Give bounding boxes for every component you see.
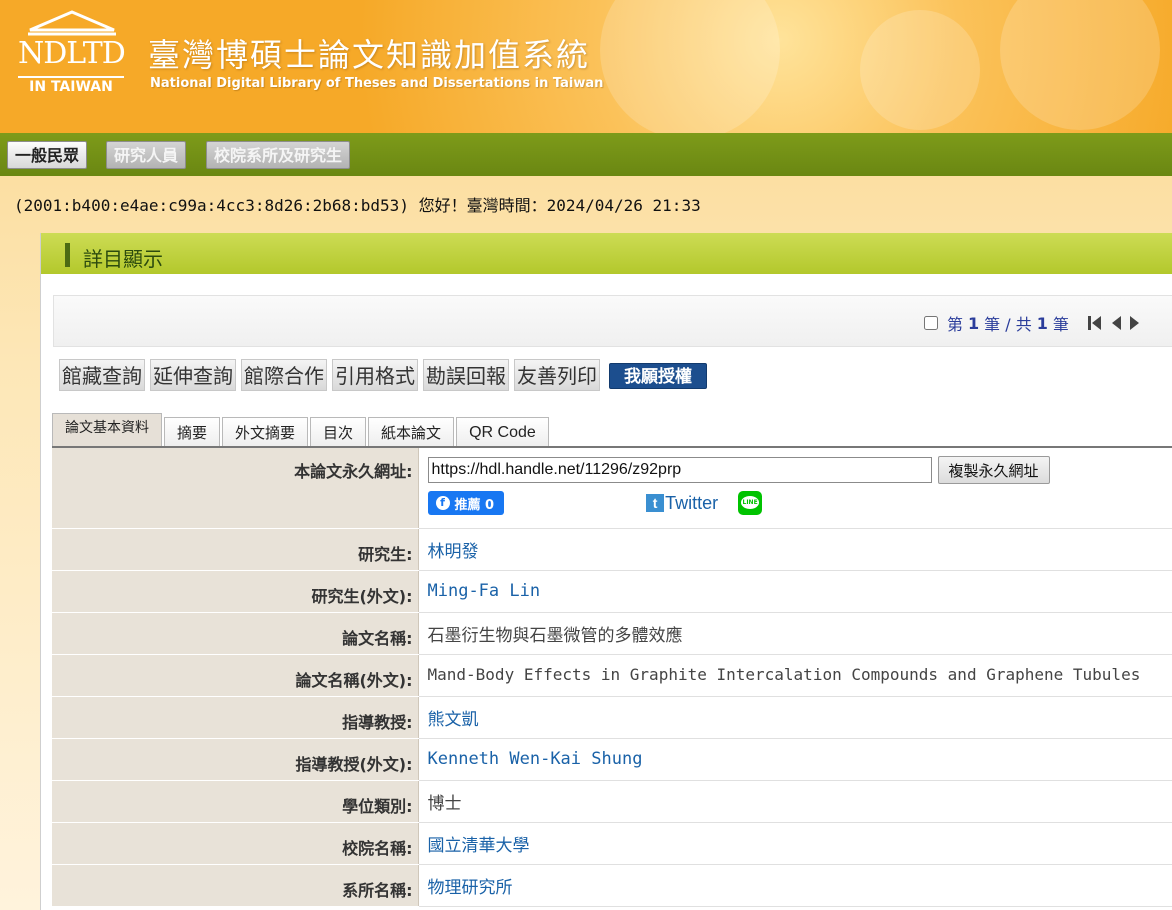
advisor-en-link[interactable]: Kenneth Wen-Kai Shung [428,749,643,769]
field-value: 國立清華大學 [418,822,1172,865]
role-tab-researcher[interactable]: 研究人員 [106,141,187,169]
site-title: 臺灣博碩士論文知識加值系統 [148,36,591,74]
citation-format-button[interactable]: 引用格式 [332,359,418,391]
line-share-icon[interactable]: LINE [738,491,763,515]
pager-current: 1 [968,313,980,333]
table-row: 本論文永久網址: 複製永久網址 f 推薦 0 t Twitter [52,448,1172,529]
facebook-like-button[interactable]: f 推薦 0 [427,491,505,515]
student-en-link[interactable]: Ming-Fa Lin [428,581,541,601]
field-value: 石墨衍生物與石墨微管的多體效應 [418,612,1172,655]
school-link[interactable]: 國立清華大學 [428,836,530,856]
line-icon-label: LINE [741,496,760,509]
table-row: 研究生: 林明發 [52,528,1172,571]
tab-abstract[interactable]: 摘要 [164,417,221,447]
pager-total: 1 [1036,313,1048,333]
next-page-icon[interactable] [1129,315,1140,331]
tab-toc[interactable]: 目次 [310,417,367,447]
twitter-share-link[interactable]: t Twitter [646,493,718,514]
advisor-link[interactable]: 熊文凱 [428,710,479,730]
authorize-button[interactable]: 我願授權 [609,363,707,389]
field-value: Kenneth Wen-Kai Shung [418,738,1172,781]
panel-header: 詳目顯示 [41,233,1172,274]
field-label: 研究生: [52,528,419,571]
decor-bubble [600,0,780,133]
detail-tabs: 論文基本資料 摘要 外文摘要 目次 紙本論文 QR Code [52,413,549,447]
table-row: 系所名稱: 物理研究所 [52,864,1172,907]
field-label: 論文名稱: [52,612,419,655]
role-tab-institution[interactable]: 校院系所及研究生 [206,141,351,169]
panel-title: 詳目顯示 [83,247,163,271]
facebook-like-label: 推薦 0 [454,497,495,513]
table-row: 指導教授(外文): Kenneth Wen-Kai Shung [52,738,1172,781]
field-label: 系所名稱: [52,864,419,907]
prev-page-icon[interactable] [1111,315,1121,331]
report-error-button[interactable]: 勘誤回報 [423,359,509,391]
pager-text: 筆 [1052,315,1069,334]
interlibrary-button[interactable]: 館際合作 [241,359,327,391]
field-value: Ming-Fa Lin [418,570,1172,613]
print-friendly-button[interactable]: 友善列印 [514,359,600,391]
twitter-label: Twitter [665,492,719,513]
copy-permalink-button[interactable]: 複製永久網址 [937,456,1050,484]
student-link[interactable]: 林明發 [428,542,479,562]
field-value: 林明發 [418,528,1172,571]
field-label: 研究生(外文): [52,570,419,613]
title-marker [65,243,70,267]
pager-text: 筆 / 共 [984,315,1032,334]
permalink-input[interactable] [427,457,932,483]
share-row: f 推薦 0 t Twitter LINE [427,490,1172,516]
decor-bubble [860,10,980,130]
pager-text: 第 [947,315,964,334]
site-subtitle: National Digital Library of Theses and D… [150,76,604,91]
select-record-checkbox[interactable] [924,316,938,330]
department-link[interactable]: 物理研究所 [428,878,513,898]
field-label: 指導教授: [52,696,419,739]
first-page-icon[interactable] [1087,315,1102,331]
field-value: 熊文凱 [418,696,1172,739]
tab-basic-info[interactable]: 論文基本資料 [52,413,162,447]
field-value: 博士 [418,780,1172,823]
field-label: 論文名稱(外文): [52,654,419,697]
field-label: 學位類別: [52,780,419,823]
role-tab-public[interactable]: 一般民眾 [7,141,88,169]
detail-table: 本論文永久網址: 複製永久網址 f 推薦 0 t Twitter [52,448,1172,907]
holdings-search-button[interactable]: 館藏查詢 [59,359,145,391]
tab-qr-code[interactable]: QR Code [456,417,549,447]
table-row: 指導教授: 熊文凱 [52,696,1172,739]
twitter-icon: t [646,494,665,512]
field-value: 物理研究所 [418,864,1172,907]
pager-box: 第 1 筆 / 共 1 筆 [53,295,1172,347]
detail-panel: 詳目顯示 第 1 筆 / 共 1 筆 館藏查詢 延伸查詢 館際合作 引用格式 勘… [40,233,1172,910]
greeting-text: (2001:b400:e4ae:c99a:4cc3:8d26:2b68:bd53… [14,196,701,215]
site-banner: NDLTD IN TAIWAN 臺灣博碩士論文知識加值系統 National D… [0,0,1172,133]
decor-bubble [1000,0,1160,130]
thesis-title-en: Mand-Body Effects in Graphite Intercalat… [427,665,1141,684]
tool-row: 館藏查詢 延伸查詢 館際合作 引用格式 勘誤回報 友善列印 我願授權 [59,359,707,391]
table-row: 學位類別: 博士 [52,780,1172,823]
field-label: 指導教授(外文): [52,738,419,781]
table-row: 校院名稱: 國立清華大學 [52,822,1172,865]
tab-print-thesis[interactable]: 紙本論文 [368,417,455,447]
role-nav-bar: 一般民眾 研究人員 校院系所及研究生 [0,133,1172,176]
field-value: Mand-Body Effects in Graphite Intercalat… [418,654,1172,697]
tab-foreign-abstract[interactable]: 外文摘要 [222,417,309,447]
pager: 第 1 筆 / 共 1 筆 [924,311,1140,335]
field-label: 校院名稱: [52,822,419,865]
logo-text[interactable]: NDLTD [18,36,126,71]
extended-search-button[interactable]: 延伸查詢 [150,359,236,391]
field-label: 本論文永久網址: [52,448,419,529]
table-row: 研究生(外文): Ming-Fa Lin [52,570,1172,613]
field-value: 複製永久網址 f 推薦 0 t Twitter LINE [418,448,1172,529]
facebook-icon: f [435,496,450,510]
table-row: 論文名稱: 石墨衍生物與石墨微管的多體效應 [52,612,1172,655]
table-row: 論文名稱(外文): Mand-Body Effects in Graphite … [52,654,1172,697]
logo-subtext: IN TAIWAN [18,76,124,95]
